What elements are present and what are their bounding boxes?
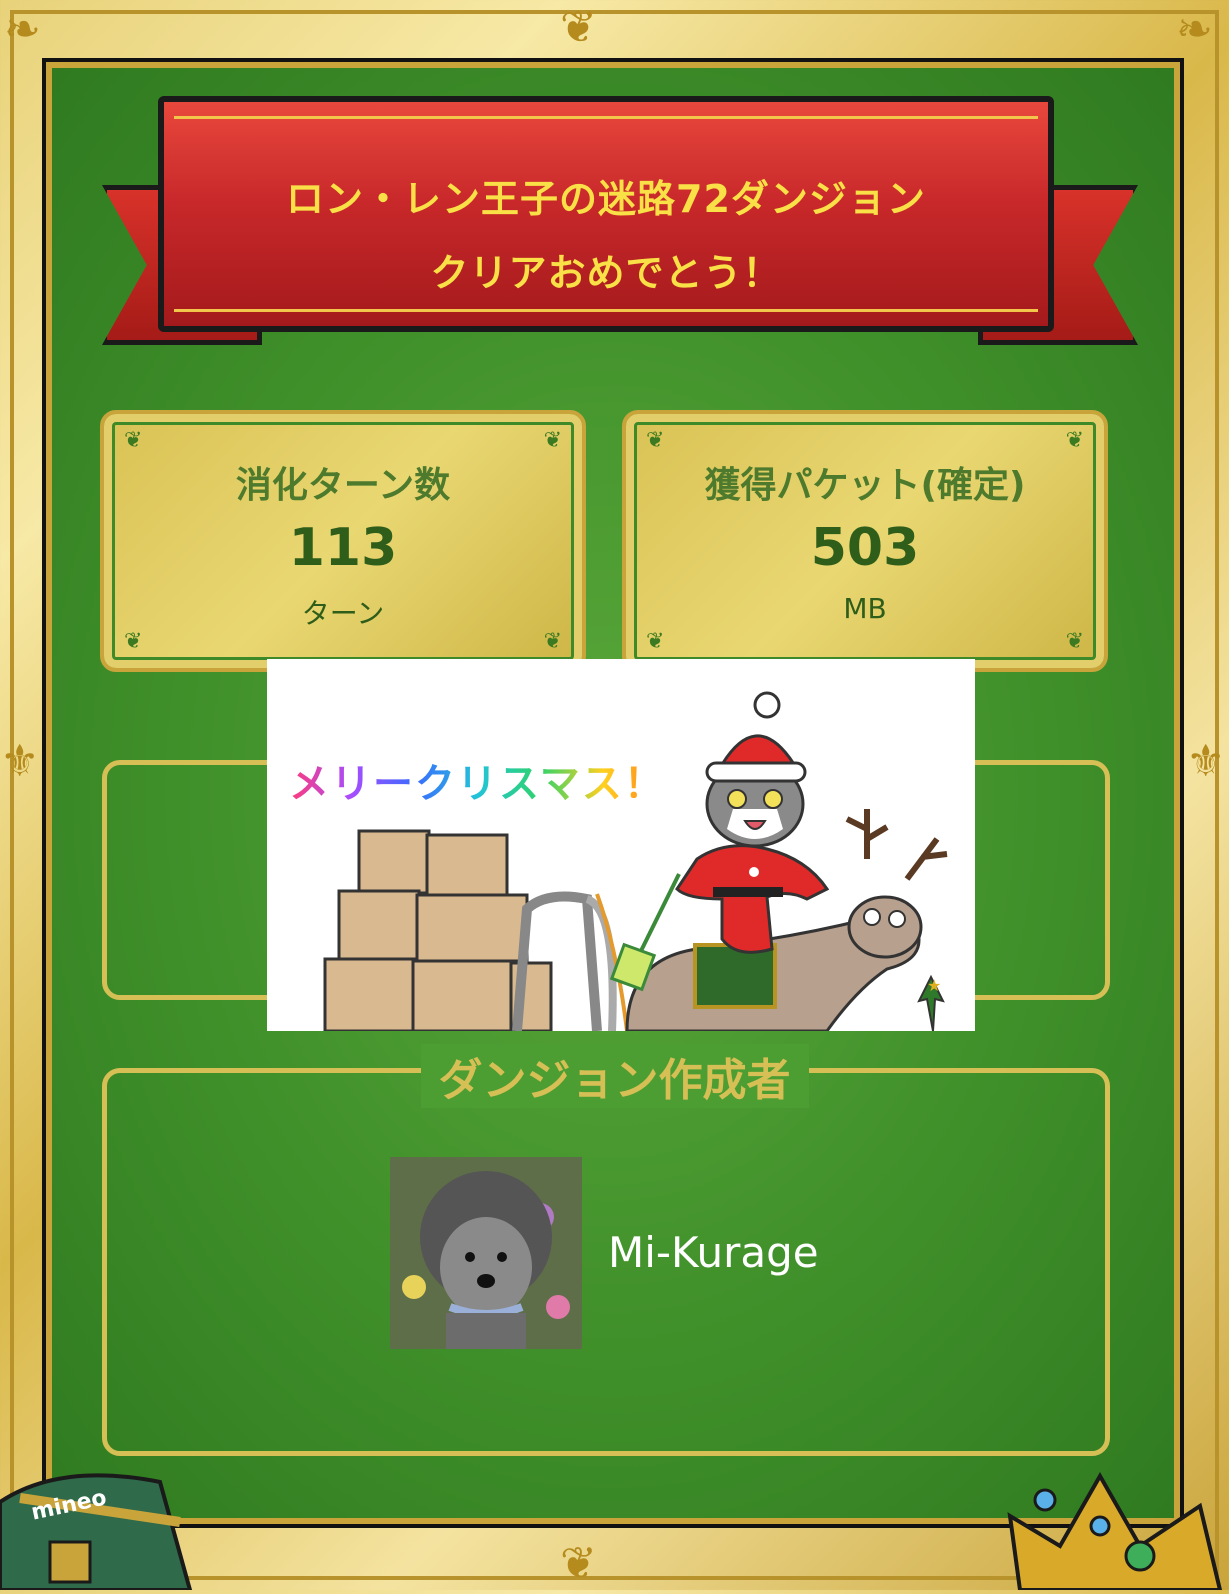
packets-label: 獲得パケット(確定) <box>704 465 1026 506</box>
crown-icon <box>1000 1456 1229 1592</box>
packets-panel: ❦ ❦ ❦ ❦ 獲得パケット(確定) 503 MB <box>622 410 1108 672</box>
corner-flourish-icon: ❦ <box>543 629 562 654</box>
corner-flourish-icon: ❦ <box>646 428 665 453</box>
ornament-left-icon: ⚜ <box>0 736 40 787</box>
turns-unit: ターン <box>301 597 385 630</box>
packets-unit: MB <box>843 592 887 625</box>
santa-cat-sleigh-drawing: ★ <box>323 691 948 1031</box>
ornament-top-icon: ❦ <box>560 2 597 53</box>
creator-name[interactable]: Mi-Kurage <box>608 1228 819 1277</box>
treasure-chest-icon: mineo <box>0 1462 200 1592</box>
poodle-photo <box>390 1157 582 1349</box>
corner-flourish-icon: ❦ <box>646 629 665 654</box>
corner-flourish-icon: ❦ <box>124 428 143 453</box>
turns-panel: ❦ ❦ ❦ ❦ 消化ターン数 113 ターン <box>100 410 586 672</box>
ornament-top-left-icon: ❧ <box>4 4 41 55</box>
corner-flourish-icon: ❦ <box>124 629 143 654</box>
creator-section-box <box>102 1068 1110 1456</box>
ornament-right-icon: ⚜ <box>1186 736 1226 787</box>
christmas-illustration: メリークリスマス！ ★ <box>267 659 975 1031</box>
ornament-bottom-icon: ❦ <box>560 1538 597 1589</box>
creator-section-title: ダンジョン作成者 <box>0 1044 1229 1108</box>
corner-flourish-icon: ❦ <box>1065 629 1084 654</box>
ornament-top-right-icon: ❧ <box>1176 4 1213 55</box>
turns-value: 113 <box>288 518 398 578</box>
turns-label: 消化ターン数 <box>235 465 451 506</box>
banner-title-line2: クリアおめでとう！ <box>430 251 782 295</box>
packets-value: 503 <box>810 518 920 578</box>
banner-title-line1: ロン・レン王子の迷路72ダンジョン <box>286 177 926 221</box>
creator-avatar[interactable] <box>390 1157 582 1349</box>
clear-banner: ロン・レン王子の迷路72ダンジョン クリアおめでとう！ <box>158 96 1054 332</box>
svg-text:★: ★ <box>927 976 941 995</box>
corner-flourish-icon: ❦ <box>543 428 562 453</box>
corner-flourish-icon: ❦ <box>1065 428 1084 453</box>
